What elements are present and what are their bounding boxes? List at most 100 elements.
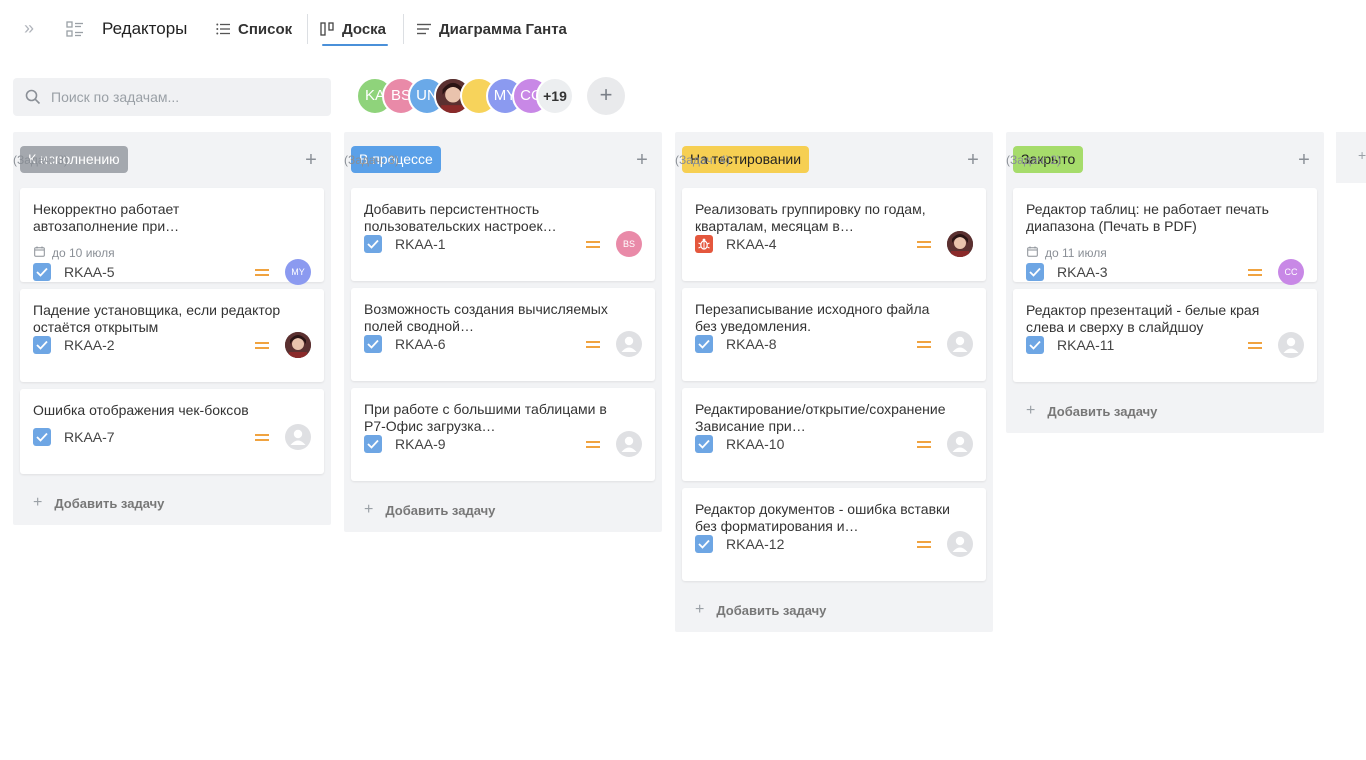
add-task-button[interactable]: + Добавить задачу (13, 481, 331, 525)
add-member-button[interactable]: + (587, 77, 625, 115)
column-header: Закрыто (Задач: 2) + (1006, 132, 1324, 188)
calendar-icon (34, 246, 45, 260)
due-date-text: до 11 июля (1045, 246, 1107, 260)
top-navigation: » Редакторы Список Доска Диаграмма Ганта (0, 0, 1366, 58)
due-date: до 11 июля (1027, 246, 1107, 260)
task-key: RKAA-3 (1057, 264, 1108, 280)
tab-list[interactable]: Список (216, 18, 292, 40)
task-meta: RKAA-6 (364, 331, 642, 357)
task-title: Редактирование/открытие/сохранение Завис… (695, 401, 946, 434)
board-column: К исполнению (Задач: 3) + Некорректно работ… (13, 132, 331, 525)
task-meta: RKAA-5 MY (33, 259, 311, 285)
task-title: Редактор таблиц: не работает печать диап… (1026, 201, 1269, 234)
column-add-task-icon[interactable]: + (303, 148, 319, 172)
priority-medium-icon (586, 438, 600, 451)
column-add-task-icon[interactable]: + (1296, 148, 1312, 172)
board-icon (320, 22, 334, 36)
task-meta: RKAA-7 (33, 424, 311, 450)
more-members-badge[interactable]: +19 (536, 77, 574, 115)
assignee-avatar[interactable]: MY (285, 259, 311, 285)
task-card[interactable]: Редактор презентаций - белые края слева … (1013, 289, 1317, 382)
task-key: RKAA-1 (395, 236, 446, 252)
task-type-checkbox-icon (33, 336, 51, 354)
task-count: (Задач: 3) (13, 153, 68, 167)
task-type-checkbox-icon (33, 428, 51, 446)
task-meta: RKAA-11 (1026, 332, 1304, 358)
task-type-checkbox-icon (364, 335, 382, 353)
task-title: Добавить персистентность пользовательски… (364, 201, 557, 234)
task-key: RKAA-4 (726, 236, 777, 252)
add-task-button[interactable]: + Добавить задачу (1006, 389, 1324, 433)
column-header: В процессе (Задач: 3) + (344, 132, 662, 188)
task-title: При работе с большими таблицами в Р7-Офи… (364, 401, 607, 434)
unassigned-avatar-icon[interactable] (616, 331, 642, 357)
assignee-avatar[interactable]: CC (1278, 259, 1304, 285)
task-key: RKAA-10 (726, 436, 785, 452)
active-tab-indicator (322, 44, 388, 46)
task-title: Редактор презентаций - белые края слева … (1026, 302, 1260, 335)
search-input[interactable] (51, 89, 321, 105)
board-column: На тестировании (Задач: 4) + Реализовать гр… (675, 132, 993, 632)
tab-gantt[interactable]: Диаграмма Ганта (417, 18, 567, 40)
assignee-avatar[interactable] (947, 231, 973, 257)
project-title: Редакторы (102, 19, 188, 38)
tab-label: Доска (342, 20, 387, 38)
task-card[interactable]: Редактор таблиц: не работает печать диап… (1013, 188, 1317, 285)
due-date: до 10 июля (34, 246, 115, 260)
search-box (13, 78, 331, 116)
task-card[interactable]: Реализовать группировку по годам, кварта… (682, 188, 986, 281)
task-meta: RKAA-3 CC (1026, 259, 1304, 285)
priority-medium-icon (917, 538, 931, 551)
task-card[interactable]: Ошибка отображения чек-боксов RKAA-7 (20, 389, 324, 474)
task-title: Падение установщика, если редактор остаё… (33, 302, 281, 335)
task-meta: RKAA-10 (695, 431, 973, 457)
add-task-button[interactable]: + Добавить задачу (675, 588, 993, 632)
task-card[interactable]: Редактор документов - ошибка вставки без… (682, 488, 986, 581)
tab-label: Список (238, 20, 293, 38)
task-title: Ошибка отображения чек-боксов (33, 402, 249, 418)
unassigned-avatar-icon[interactable] (947, 331, 973, 357)
task-count: (Задач: 3) (344, 153, 399, 167)
task-card[interactable]: Редактирование/открытие/сохранение Завис… (682, 388, 986, 481)
assignee-avatar[interactable]: BS (616, 231, 642, 257)
unassigned-avatar-icon[interactable] (1278, 332, 1304, 358)
task-card[interactable]: Некорректно работает автозаполнение при…… (20, 188, 324, 285)
expand-sidebar-icon[interactable]: » (24, 18, 42, 38)
column-add-task-icon[interactable]: + (634, 148, 650, 172)
column-header: На тестировании (Задач: 4) + (675, 132, 993, 188)
tab-divider (403, 14, 404, 44)
task-card[interactable]: Возможность создания вычисляемых полей с… (351, 288, 655, 381)
task-card[interactable]: Падение установщика, если редактор остаё… (20, 289, 324, 382)
task-key: RKAA-6 (395, 336, 446, 352)
task-card[interactable]: Добавить персистентность пользовательски… (351, 188, 655, 281)
task-meta: RKAA-12 (695, 531, 973, 557)
priority-medium-icon (917, 238, 931, 251)
add-column-stub[interactable]: + (1336, 132, 1366, 183)
task-meta: RKAA-9 (364, 431, 642, 457)
unassigned-avatar-icon[interactable] (616, 431, 642, 457)
list-icon (216, 23, 230, 35)
unassigned-avatar-icon[interactable] (947, 431, 973, 457)
unassigned-avatar-icon[interactable] (285, 424, 311, 450)
task-card[interactable]: При работе с большими таблицами в Р7-Офи… (351, 388, 655, 481)
task-type-checkbox-icon (33, 263, 51, 281)
task-meta: RKAA-4 (695, 231, 973, 257)
task-card[interactable]: Перезаписывание исходного файла без увед… (682, 288, 986, 381)
task-type-checkbox-icon (695, 535, 713, 553)
task-key: RKAA-8 (726, 336, 777, 352)
assignee-avatar[interactable] (285, 332, 311, 358)
add-task-label: Добавить задачу (54, 495, 165, 511)
column-add-task-icon[interactable]: + (965, 148, 981, 172)
gantt-icon (417, 23, 431, 35)
task-meta: RKAA-2 (33, 332, 311, 358)
task-key: RKAA-2 (64, 337, 115, 353)
task-title: Редактор документов - ошибка вставки без… (695, 501, 950, 534)
add-task-label: Добавить задачу (1047, 403, 1158, 419)
tab-board[interactable]: Доска (320, 18, 386, 40)
task-meta: RKAA-1 BS (364, 231, 642, 257)
task-type-checkbox-icon (1026, 336, 1044, 354)
add-task-label: Добавить задачу (716, 602, 827, 618)
due-date-text: до 10 июля (52, 246, 115, 260)
unassigned-avatar-icon[interactable] (947, 531, 973, 557)
add-task-button[interactable]: + Добавить задачу (344, 488, 662, 532)
